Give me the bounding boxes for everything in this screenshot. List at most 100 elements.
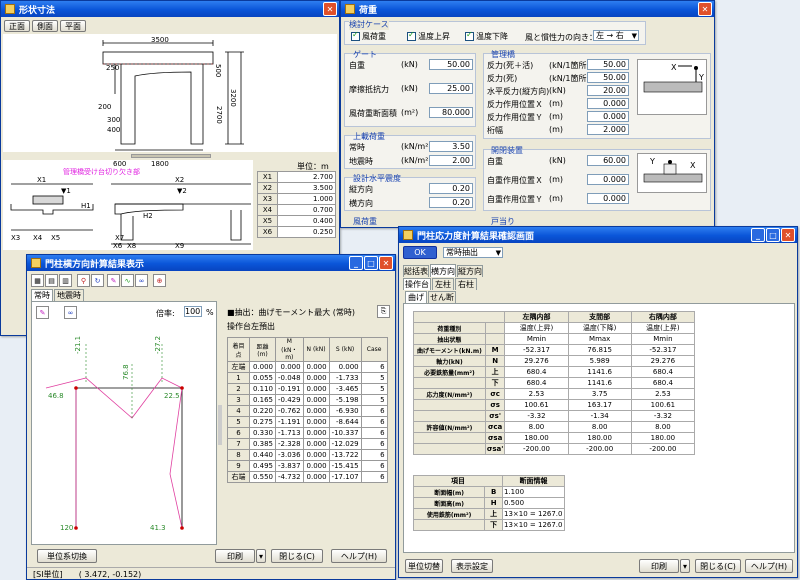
maximize-icon[interactable]: □ [364,256,378,270]
value-input[interactable]: 50.00 [587,72,629,83]
label-x3: X3 [11,234,20,242]
pen-tool-icon[interactable]: ✎ [36,306,49,319]
close-icon[interactable]: ✕ [379,256,393,270]
table-cell: 6 [227,427,250,439]
minimize-icon[interactable]: _ [349,256,363,270]
tab-longitudinal[interactable]: 縦方向 [457,265,483,277]
tab-shear[interactable]: せん断 [428,291,456,303]
label-x9: X9 [175,242,184,250]
value-input[interactable]: 0.000 [587,111,629,122]
checkbox-icon[interactable] [465,30,474,41]
tab-summary[interactable]: 総括表 [403,265,429,277]
link-icon[interactable]: ∞ [135,274,148,287]
table-cell: 右端 [227,471,250,483]
table-icon[interactable]: ▥ [59,274,72,287]
dim-value[interactable]: 2.700 [277,171,336,183]
splitter-handle[interactable] [131,154,211,158]
print-dropdown[interactable]: ▾ [256,549,266,563]
dim-1800: 1800 [151,160,169,168]
check-wind[interactable]: 風荷重 [351,30,386,42]
gate-group-title: ゲート [353,50,377,59]
chevron-down-icon[interactable]: ▼ [632,31,637,41]
field-label: 自重 [349,61,365,70]
value-input[interactable]: 50.00 [587,59,629,70]
column-header: 断面情報 [502,475,565,487]
tab-front[interactable]: 正面 [4,20,30,32]
value-input[interactable]: 0.20 [429,183,473,194]
maximize-icon[interactable]: □ [766,228,780,242]
lateral-window-titlebar[interactable]: 門柱横方向計算結果表示 _ □ ✕ [27,255,395,271]
minimize-icon[interactable]: _ [751,228,765,242]
copy-icon[interactable]: ⎘ [377,305,390,318]
table-cell: 3 [227,394,250,406]
value-input[interactable]: 60.00 [587,155,629,166]
tab-left-col[interactable]: 左柱 [432,278,454,290]
check-temp-fall[interactable]: 温度下降 [465,30,508,42]
help-button[interactable]: ヘルプ(H) [331,549,387,563]
graph-icon[interactable]: ∿ [121,274,134,287]
chevron-down-icon[interactable]: ▼ [496,248,501,258]
display-settings-button[interactable]: 表示設定 [451,559,493,573]
table-cell: 3.75 [567,388,632,400]
checkbox-icon[interactable] [407,30,416,41]
table-row: 右端 0.550 -4.732 0.000 -17.107 6 [227,471,388,483]
load-window-titlebar[interactable]: 荷重 ✕ [341,1,714,17]
help-button[interactable]: ヘルプ(H) [745,559,793,573]
zoom-input[interactable]: 100 [184,306,202,317]
value-input[interactable]: 25.00 [429,83,473,94]
unit-toggle-button[interactable]: 単位系切換 [37,549,97,563]
mode-select[interactable]: 常時抽出 ▼ [443,247,503,258]
value-input[interactable]: 2.00 [429,155,473,166]
value-input[interactable]: 2.000 [587,124,629,135]
print-button[interactable]: 印刷 [639,559,679,573]
value-input[interactable]: 0.000 [587,193,629,204]
grid-icon[interactable]: ▤ [45,274,58,287]
search-icon[interactable]: ⚲ [77,274,90,287]
wind-dir-select[interactable]: 左 → 右 ▼ [593,30,639,41]
panel-splitter[interactable] [218,405,222,445]
table-cell: -5.198 [328,394,362,406]
calc-icon[interactable]: ▦ [31,274,44,287]
print-dropdown[interactable]: ▾ [680,559,690,573]
tab-seismic[interactable]: 地震時 [54,289,84,301]
value-input[interactable]: 50.00 [429,59,473,70]
value-input[interactable]: 0.000 [587,98,629,109]
check-temp-rise[interactable]: 温度上昇 [407,30,450,42]
checkbox-icon[interactable] [351,30,360,41]
shape-window-titlebar[interactable]: 形状寸法 ✕ [1,1,339,17]
value-input[interactable]: 20.00 [587,85,629,96]
close-button[interactable]: 閉じる(C) [271,549,323,563]
status-coord: ( 3.472, -0.152) [78,570,142,579]
print-button[interactable]: 印刷 [215,549,255,563]
dim-value[interactable]: 0.400 [277,215,336,227]
value-input[interactable]: 3.50 [429,141,473,152]
field-label: 反力(死) [487,74,518,83]
close-icon[interactable]: ✕ [781,228,795,242]
close-button[interactable]: 閉じる(C) [695,559,741,573]
value-input[interactable]: 0.20 [429,197,473,208]
unit-switch-button[interactable]: 単位切替 [405,559,443,573]
pen-icon[interactable]: ✎ [107,274,120,287]
ok-button[interactable]: OK [403,246,437,259]
tab-bending[interactable]: 曲げ [405,291,427,303]
close-icon[interactable]: ✕ [323,2,337,16]
refresh-icon[interactable]: ↻ [91,274,104,287]
tab-side[interactable]: 側面 [32,20,58,32]
stress-window-titlebar[interactable]: 門柱応力度計算結果確認画面 _ □ ✕ [399,227,797,243]
tab-plan[interactable]: 平面 [60,20,86,32]
value-input[interactable]: 0.000 [587,174,629,185]
link-tool-icon[interactable]: ∞ [64,306,77,319]
tab-deck[interactable]: 操作台 [403,278,431,290]
dim-value[interactable]: 0.700 [277,204,336,216]
value-input[interactable]: 80.000 [429,107,473,118]
dim-value[interactable]: 3.500 [277,182,336,194]
close-icon[interactable]: ✕ [698,2,712,16]
dim-value[interactable]: 1.000 [277,193,336,205]
tab-right-col[interactable]: 右柱 [455,278,477,290]
table-cell: 0.500 [502,497,565,509]
dim-key: X4 [257,204,278,216]
tab-normal[interactable]: 常時 [31,289,53,301]
tab-lateral[interactable]: 横方向 [430,264,456,277]
dim-value[interactable]: 0.250 [277,226,336,238]
zoom-icon[interactable]: ⊕ [153,274,166,287]
